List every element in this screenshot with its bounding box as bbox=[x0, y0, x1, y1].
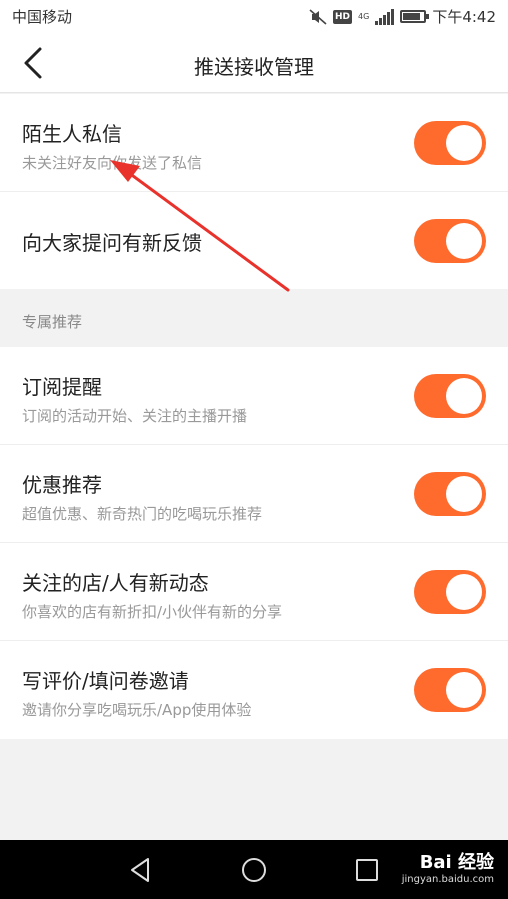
setting-title: 优惠推荐 bbox=[22, 473, 102, 497]
hd-badge: HD bbox=[333, 9, 353, 24]
section-header: 专属推荐 bbox=[0, 289, 508, 347]
toggle-switch[interactable] bbox=[414, 374, 486, 418]
toggle-switch[interactable] bbox=[414, 472, 486, 516]
status-bar: 中国移动 HD 4G 下午4:42 bbox=[0, 0, 508, 33]
push-group-general: 陌生人私信 未关注好友向你发送了私信 向大家提问有新反馈 bbox=[0, 94, 508, 290]
setting-row-question-feedback[interactable]: 向大家提问有新反馈 bbox=[0, 192, 508, 290]
system-recent-icon[interactable] bbox=[352, 855, 382, 885]
toggle-switch[interactable] bbox=[414, 668, 486, 712]
mute-icon bbox=[309, 8, 327, 25]
watermark-logo: Bai 经验 bbox=[419, 852, 494, 873]
watermark-url: jingyan.baidu.com bbox=[401, 874, 494, 885]
setting-row-deals[interactable]: 优惠推荐 超值优惠、新奇热门的吃喝玩乐推荐 bbox=[0, 445, 508, 543]
toggle-switch[interactable] bbox=[414, 121, 486, 165]
status-icons: HD 4G 下午4:42 bbox=[309, 6, 496, 27]
battery-icon bbox=[400, 10, 430, 23]
carrier-label: 中国移动 bbox=[12, 8, 73, 26]
page-title: 推送接收管理 bbox=[194, 55, 314, 79]
setting-subtitle: 未关注好友向你发送了私信 bbox=[22, 154, 203, 172]
setting-row-stranger-message[interactable]: 陌生人私信 未关注好友向你发送了私信 bbox=[0, 94, 508, 192]
system-nav-bar: Bai 经验 jingyan.baidu.com bbox=[0, 840, 508, 899]
toggle-knob bbox=[446, 672, 482, 708]
push-group-recommend: 订阅提醒 订阅的活动开始、关注的主播开播 优惠推荐 超值优惠、新奇热门的吃喝玩乐… bbox=[0, 347, 508, 739]
toggle-switch[interactable] bbox=[414, 219, 486, 263]
system-back-icon[interactable] bbox=[126, 855, 156, 885]
setting-subtitle: 超值优惠、新奇热门的吃喝玩乐推荐 bbox=[22, 505, 263, 523]
toggle-knob bbox=[446, 125, 482, 161]
setting-row-review-invite[interactable]: 写评价/填问卷邀请 邀请你分享吃喝玩乐/App使用体验 bbox=[0, 641, 508, 739]
setting-subtitle: 你喜欢的店有新折扣/小伙伴有新的分享 bbox=[22, 603, 283, 621]
setting-subtitle: 订阅的活动开始、关注的主播开播 bbox=[22, 407, 248, 425]
signal-icon bbox=[375, 8, 395, 25]
battery-level bbox=[403, 13, 421, 20]
setting-title: 订阅提醒 bbox=[22, 375, 102, 399]
toggle-switch[interactable] bbox=[414, 570, 486, 614]
nav-bar: 推送接收管理 bbox=[0, 33, 508, 93]
system-home-icon[interactable] bbox=[239, 855, 269, 885]
status-time: 下午4:42 bbox=[432, 8, 496, 26]
toggle-knob bbox=[446, 574, 482, 610]
setting-title: 写评价/填问卷邀请 bbox=[22, 669, 189, 693]
setting-title: 关注的店/人有新动态 bbox=[22, 571, 209, 595]
toggle-knob bbox=[446, 476, 482, 512]
toggle-knob bbox=[446, 223, 482, 259]
network-label: 4G bbox=[358, 11, 370, 21]
setting-subtitle: 邀请你分享吃喝玩乐/App使用体验 bbox=[22, 701, 252, 719]
toggle-knob bbox=[446, 378, 482, 414]
section-title: 专属推荐 bbox=[22, 313, 83, 331]
setting-title: 向大家提问有新反馈 bbox=[22, 231, 202, 255]
setting-row-follow-updates[interactable]: 关注的店/人有新动态 你喜欢的店有新折扣/小伙伴有新的分享 bbox=[0, 543, 508, 641]
watermark: Bai 经验 jingyan.baidu.com bbox=[402, 848, 494, 885]
setting-title: 陌生人私信 bbox=[22, 122, 122, 146]
setting-row-subscription[interactable]: 订阅提醒 订阅的活动开始、关注的主播开播 bbox=[0, 347, 508, 445]
